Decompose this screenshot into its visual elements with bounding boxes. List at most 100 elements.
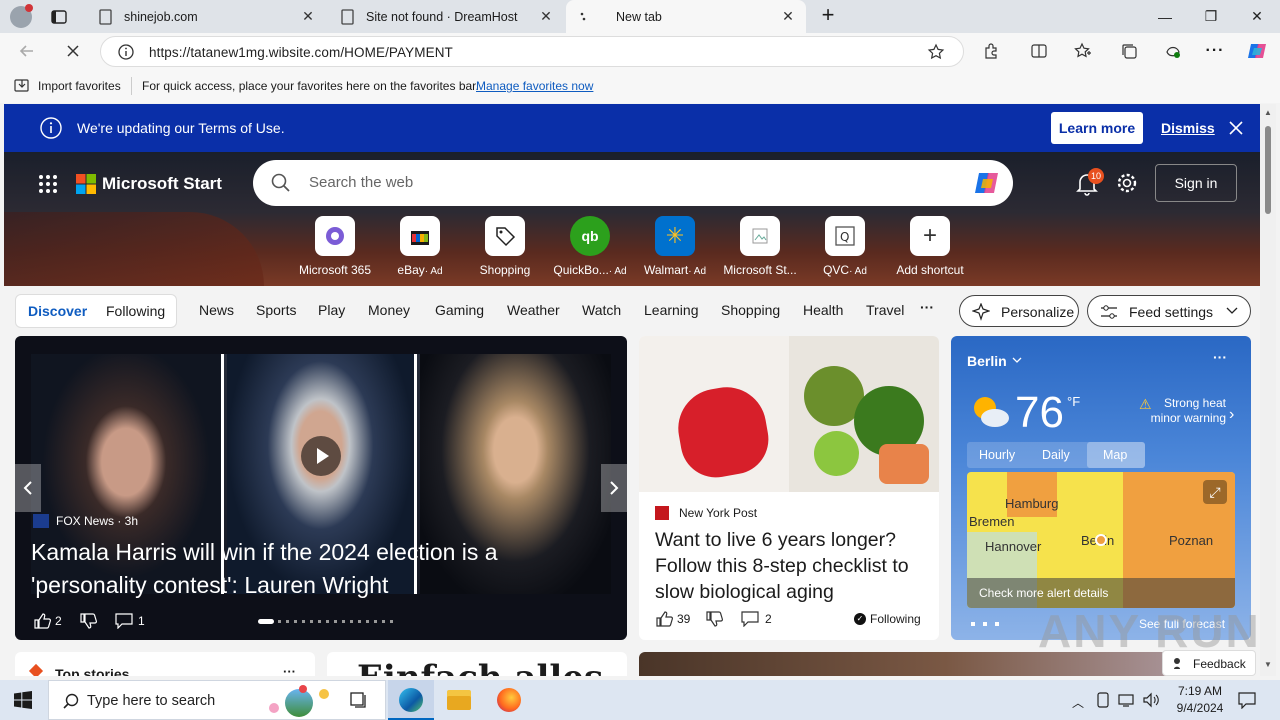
weather-tab-daily[interactable]: Daily xyxy=(1042,448,1070,462)
favorites-icon[interactable] xyxy=(1070,39,1096,63)
nav-gaming[interactable]: Gaming xyxy=(435,302,484,318)
task-view-icon[interactable] xyxy=(350,691,370,709)
feed-settings-button[interactable]: Feed settings xyxy=(1087,295,1251,327)
system-tray-icon[interactable] xyxy=(1096,692,1110,708)
more-icon[interactable]: ··· xyxy=(283,664,296,676)
weather-city[interactable]: Berlin xyxy=(967,353,1007,369)
chevron-right-icon[interactable]: › xyxy=(1229,406,1234,424)
app-launcher-icon[interactable] xyxy=(38,174,58,194)
comment-icon[interactable] xyxy=(115,613,133,629)
clock-time[interactable]: 7:19 AM xyxy=(1172,684,1228,698)
weather-more-icon[interactable]: ··· xyxy=(1213,349,1227,365)
notification-center-icon[interactable] xyxy=(1238,691,1256,709)
close-notice-icon[interactable] xyxy=(1228,120,1244,136)
manage-favorites-link[interactable]: Manage favorites now xyxy=(476,79,593,93)
shortcut-walmart[interactable]: ✳ Walmart· Ad xyxy=(637,216,713,277)
tab-shinejob[interactable]: shinejob.com ✕ xyxy=(88,0,326,33)
dislike-icon[interactable] xyxy=(705,610,723,628)
sign-in-button[interactable]: Sign in xyxy=(1155,164,1237,202)
dislike-icon[interactable] xyxy=(79,612,97,630)
nav-news[interactable]: News xyxy=(199,302,234,318)
next-slide-button[interactable] xyxy=(601,464,627,512)
tab-new-tab[interactable]: New tab ✕ xyxy=(566,0,806,33)
shortcut-microsoft-365[interactable]: Microsoft 365 xyxy=(297,216,373,277)
shortcut-microsoft-store[interactable]: Microsoft St... xyxy=(722,216,798,277)
play-button[interactable] xyxy=(301,436,341,476)
like-icon[interactable] xyxy=(33,612,51,630)
add-shortcut-button[interactable]: + Add shortcut xyxy=(892,216,968,277)
browser-essentials-icon[interactable] xyxy=(1160,39,1186,63)
alert-details-link[interactable]: Check more alert details xyxy=(979,586,1108,600)
profile-avatar[interactable] xyxy=(10,4,33,28)
following-label[interactable]: Following xyxy=(870,612,921,626)
restore-button[interactable]: ❐ xyxy=(1188,0,1234,33)
scroll-up-icon[interactable]: ▲ xyxy=(1264,108,1272,117)
copilot-icon[interactable] xyxy=(1244,39,1270,63)
url-text[interactable]: https://tatanew1mg.wibsite.com/HOME/PAYM… xyxy=(149,45,453,60)
tab-following[interactable]: Following xyxy=(106,303,165,319)
expand-map-icon[interactable]: ⤢ xyxy=(1203,480,1227,504)
carousel-indicators[interactable] xyxy=(278,620,398,623)
network-icon[interactable] xyxy=(1118,692,1136,708)
previous-slide-button[interactable] xyxy=(15,464,41,512)
like-icon[interactable] xyxy=(655,610,673,628)
copilot-search-icon[interactable] xyxy=(973,169,1003,197)
side-story-card[interactable]: New York Post Want to live 6 years longe… xyxy=(639,336,939,640)
nav-shopping[interactable]: Shopping xyxy=(721,302,780,318)
close-tab-icon[interactable]: ✕ xyxy=(780,8,796,25)
window-close-button[interactable]: ✕ xyxy=(1234,0,1280,33)
nav-watch[interactable]: Watch xyxy=(582,302,621,318)
tab-dreamhost[interactable]: Site not found · DreamHost ✕ xyxy=(330,0,564,33)
extensions-icon[interactable] xyxy=(978,39,1004,63)
dismiss-link[interactable]: Dismiss xyxy=(1161,120,1215,136)
learn-more-button[interactable]: Learn more xyxy=(1051,112,1143,144)
search-box[interactable]: Search the web xyxy=(253,160,1013,206)
new-tab-button[interactable]: + xyxy=(816,4,840,28)
weather-tab-hourly[interactable]: Hourly xyxy=(979,448,1015,462)
comment-icon[interactable] xyxy=(741,611,759,627)
hero-story-card[interactable]: FOX News · 3h Kamala Harris will win if … xyxy=(15,336,627,640)
weather-alert-map[interactable]: Hamburg Bremen Hannover Berlin Poznan ⤢ … xyxy=(967,472,1235,608)
shortcut-qvc[interactable]: Q QVC· Ad xyxy=(807,216,883,277)
show-hidden-icons[interactable]: ︿ xyxy=(1072,694,1084,711)
windows-start-icon[interactable] xyxy=(14,691,32,709)
import-favorites-button[interactable]: Import favorites xyxy=(38,79,121,93)
nav-more-button[interactable]: ··· xyxy=(920,299,934,315)
close-tab-icon[interactable]: ✕ xyxy=(300,8,316,25)
settings-more-icon[interactable]: ··· xyxy=(1202,39,1228,63)
settings-gear-icon[interactable] xyxy=(1116,172,1138,194)
favorite-star-icon[interactable] xyxy=(927,43,945,61)
shortcut-quickbooks[interactable]: qb QuickBo...· Ad xyxy=(552,216,628,277)
clock-date[interactable]: 9/4/2024 xyxy=(1172,701,1228,715)
stop-loading-button[interactable] xyxy=(60,39,86,63)
volume-icon[interactable] xyxy=(1142,692,1160,708)
scroll-down-icon[interactable]: ▼ xyxy=(1264,660,1272,669)
collections-icon[interactable] xyxy=(1116,39,1142,63)
close-tab-icon[interactable]: ✕ xyxy=(538,8,554,25)
shortcut-ebay[interactable]: eBay· Ad xyxy=(382,216,458,277)
nav-sports[interactable]: Sports xyxy=(256,302,296,318)
weather-card[interactable]: Berlin ··· 76 °F ⚠ Strong heat minor war… xyxy=(951,336,1251,640)
scrollbar-thumb[interactable] xyxy=(1265,126,1271,214)
tab-discover[interactable]: Discover xyxy=(28,303,87,319)
file-explorer-icon[interactable] xyxy=(447,690,471,710)
nav-health[interactable]: Health xyxy=(803,302,843,318)
site-info-icon[interactable] xyxy=(117,43,135,61)
chevron-down-icon[interactable] xyxy=(1012,357,1022,364)
hero-story-title[interactable]: Kamala Harris will win if the 2024 elect… xyxy=(31,536,591,602)
nav-learning[interactable]: Learning xyxy=(644,302,699,318)
page-scrollbar[interactable]: ▲ ▼ xyxy=(1260,104,1276,676)
firefox-icon[interactable] xyxy=(497,688,521,712)
weather-tab-map[interactable]: Map xyxy=(1087,442,1145,468)
side-story-title[interactable]: Want to live 6 years longer? Follow this… xyxy=(655,527,927,605)
minimize-button[interactable]: — xyxy=(1142,0,1188,33)
address-bar[interactable]: https://tatanew1mg.wibsite.com/HOME/PAYM… xyxy=(100,36,964,67)
shortcut-shopping[interactable]: Shopping xyxy=(467,216,543,277)
nav-play[interactable]: Play xyxy=(318,302,345,318)
nav-travel[interactable]: Travel xyxy=(866,302,904,318)
nav-weather[interactable]: Weather xyxy=(507,302,560,318)
taskbar-search-box[interactable]: Type here to search xyxy=(48,680,386,720)
back-button[interactable] xyxy=(14,39,40,63)
personalize-button[interactable]: Personalize xyxy=(959,295,1079,327)
tab-actions-icon[interactable] xyxy=(50,8,68,26)
